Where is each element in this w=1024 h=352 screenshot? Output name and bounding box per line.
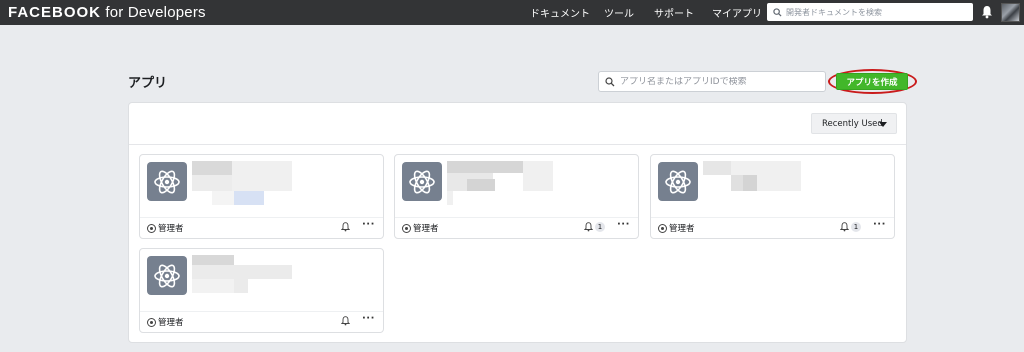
- role-text: 管理者: [413, 224, 439, 234]
- redacted-id: [743, 175, 757, 191]
- card-divider: [395, 217, 638, 218]
- sort-dropdown[interactable]: Recently Used: [811, 113, 897, 134]
- bell-icon[interactable]: [584, 222, 593, 232]
- redacted-id: [192, 175, 232, 191]
- search-icon: [605, 76, 615, 86]
- caret-down-icon: [879, 122, 887, 127]
- atom-icon: [665, 170, 691, 193]
- role-label: 管理者: [147, 316, 184, 328]
- shield-icon: [402, 223, 411, 233]
- more-icon[interactable]: ···: [362, 313, 375, 324]
- search-icon: [773, 7, 782, 17]
- top-navigation-bar: FACEBOOK for Developers ドキュメント ツール サポート …: [0, 0, 1024, 25]
- redacted-name: [447, 161, 523, 173]
- role-label: 管理者: [658, 222, 695, 234]
- app-card[interactable]: 管理者 1 ···: [650, 154, 895, 239]
- app-card[interactable]: 管理者 ···: [139, 154, 384, 239]
- card-divider: [140, 311, 383, 312]
- redacted-id: [731, 175, 743, 191]
- bell-icon[interactable]: [341, 222, 350, 232]
- app-search-input[interactable]: [620, 76, 820, 87]
- bell-icon[interactable]: [840, 222, 849, 232]
- atom-icon: [409, 170, 435, 193]
- brand-strong: FACEBOOK: [8, 4, 102, 21]
- shield-icon: [658, 223, 667, 233]
- redacted-id: [234, 279, 248, 293]
- nav-tools[interactable]: ツール: [604, 5, 634, 20]
- bell-icon[interactable]: [981, 5, 993, 19]
- shield-icon: [147, 317, 156, 327]
- app-icon: [402, 162, 442, 201]
- redacted-name: [192, 161, 232, 175]
- role-label: 管理者: [402, 222, 439, 234]
- atom-icon: [154, 264, 180, 287]
- app-icon: [658, 162, 698, 201]
- redacted-id: [192, 279, 234, 293]
- redacted-name: [523, 161, 553, 191]
- app-card[interactable]: 管理者 1 ···: [394, 154, 639, 239]
- redacted-id: [467, 179, 495, 191]
- more-icon[interactable]: ···: [617, 219, 630, 230]
- redacted-name: [192, 265, 292, 279]
- shield-icon: [147, 223, 156, 233]
- redacted-name: [232, 161, 292, 191]
- role-text: 管理者: [158, 318, 184, 328]
- app-card[interactable]: 管理者 ···: [139, 248, 384, 333]
- more-icon[interactable]: ···: [362, 219, 375, 230]
- redacted-name: [703, 161, 731, 175]
- notification-count: 1: [595, 222, 605, 232]
- docs-search-box[interactable]: [767, 3, 973, 21]
- app-icon: [147, 162, 187, 201]
- create-app-button[interactable]: アプリを作成: [836, 73, 908, 90]
- app-search-box[interactable]: [598, 71, 826, 92]
- more-icon[interactable]: ···: [873, 219, 886, 230]
- redacted-id: [212, 191, 234, 205]
- nav-support[interactable]: サポート: [654, 5, 694, 20]
- nav-my-apps[interactable]: マイアプリ: [712, 5, 762, 20]
- app-icon: [147, 256, 187, 295]
- redacted-name: [192, 255, 234, 265]
- brand-rest: for Developers: [101, 4, 206, 21]
- sort-label: Recently Used: [822, 118, 883, 129]
- page-title: アプリ: [128, 76, 168, 91]
- role-label: 管理者: [147, 222, 184, 234]
- card-divider: [140, 217, 383, 218]
- card-divider: [651, 217, 894, 218]
- nav-docs[interactable]: ドキュメント: [530, 5, 590, 20]
- brand-logo[interactable]: FACEBOOK for Developers: [8, 4, 206, 21]
- notification-count: 1: [851, 222, 861, 232]
- redacted-id: [447, 191, 453, 205]
- docs-search-input[interactable]: [786, 7, 966, 17]
- panel-divider: [129, 144, 906, 145]
- role-text: 管理者: [669, 224, 695, 234]
- avatar[interactable]: [1001, 3, 1020, 22]
- redacted-id: [234, 191, 264, 205]
- role-text: 管理者: [158, 224, 184, 234]
- atom-icon: [154, 170, 180, 193]
- bell-icon[interactable]: [341, 316, 350, 326]
